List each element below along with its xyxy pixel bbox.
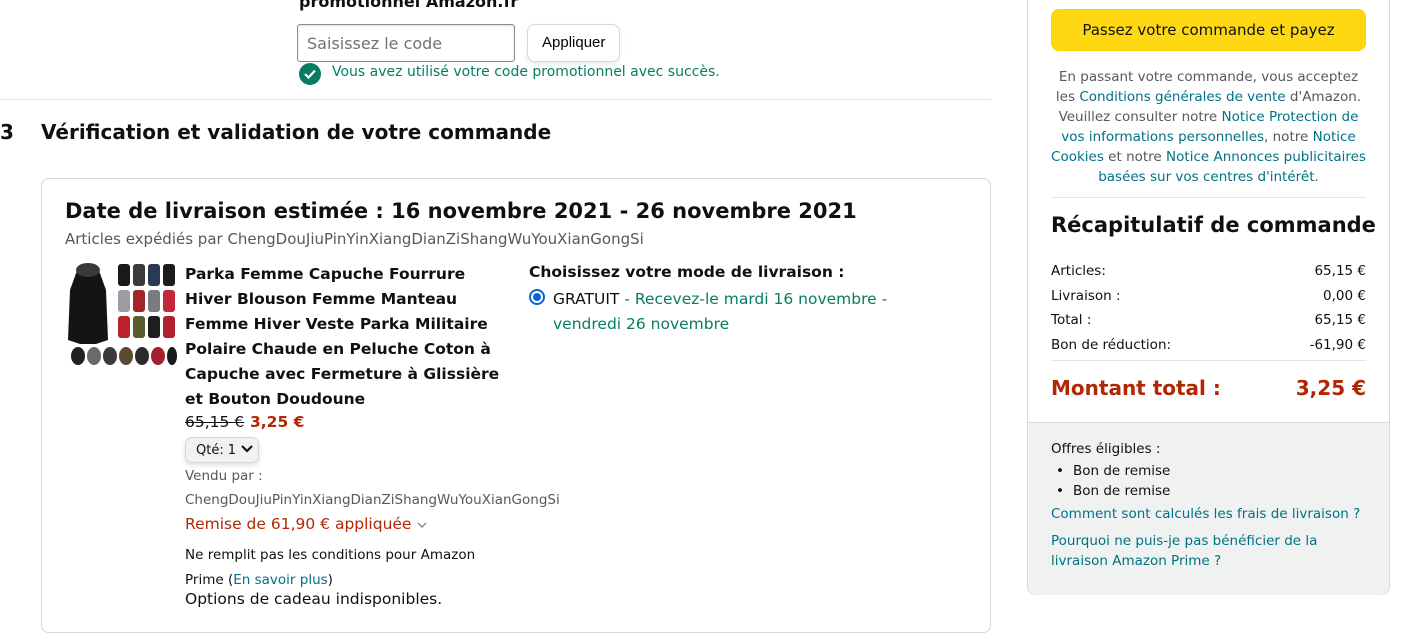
order-terms: En passant votre commande, vous acceptez… (1051, 67, 1366, 187)
list-item: Bon de remise (1056, 461, 1170, 481)
terms-of-sale-link[interactable]: Conditions générales de vente (1079, 89, 1285, 105)
discount-text: Remise de 61,90 € appliquée (185, 515, 412, 533)
prime-eligibility-help-link[interactable]: Pourquoi ne puis-je pas bénéficier de la… (1051, 531, 1351, 571)
quantity-select[interactable]: Qté: 1 (185, 437, 259, 463)
eligible-offers-list: Bon de remise Bon de remise (1056, 461, 1170, 501)
summary-row-value: 65,15 € (1314, 312, 1366, 328)
delivery-estimate-title: Date de livraison estimée : 16 novembre … (65, 199, 857, 223)
promo-heading: promotionnel Amazon.fr (299, 0, 519, 11)
summary-row-shipping: Livraison : 0,00 € (1051, 288, 1366, 304)
shipping-method-title: Choisissez votre mode de livraison : (529, 263, 845, 281)
quantity-value: 1 (227, 442, 236, 458)
shipping-free-label: GRATUIT (553, 290, 620, 308)
chevron-down-icon (417, 515, 427, 533)
divider (1051, 360, 1366, 361)
summary-row-value: -61,90 € (1309, 337, 1366, 353)
promo-success-message: Vous avez utilisé votre code promotionne… (332, 64, 720, 80)
summary-row-voucher: Bon de réduction: -61,90 € (1051, 337, 1366, 353)
step-number: 3 (0, 120, 14, 144)
order-total-value: 3,25 € (1295, 376, 1366, 400)
eligible-offers-label: Offres éligibles : (1051, 441, 1161, 457)
learn-more-link[interactable]: En savoir plus (233, 572, 327, 588)
terms-text: . (1314, 169, 1319, 185)
apply-promo-button[interactable]: Appliquer (527, 24, 621, 62)
step-title: Vérification et validation de votre comm… (41, 120, 552, 144)
summary-row-value: 0,00 € (1323, 288, 1366, 304)
divider (0, 99, 991, 100)
prime-eligibility-note: Ne remplit pas les conditions pour Amazo… (185, 543, 505, 593)
summary-row-label: Livraison : (1051, 288, 1121, 304)
seller-name: ChengDouJiuPinYinXiangDianZiShangWuYouXi… (185, 492, 560, 508)
divider (1051, 197, 1366, 198)
shipping-fees-help-link[interactable]: Comment sont calculés les frais de livra… (1051, 506, 1360, 522)
summary-row-label: Articles: (1051, 263, 1106, 279)
product-image[interactable] (66, 260, 178, 376)
sold-by-label: Vendu par : (185, 468, 263, 484)
summary-row-articles: Articles: 65,15 € (1051, 263, 1366, 279)
prime-note-close: ) (327, 572, 333, 588)
original-price: 65,15 € (185, 413, 245, 431)
summary-title: Récapitulatif de commande (1051, 213, 1376, 237)
free-shipping-radio[interactable] (529, 289, 545, 305)
order-total: Montant total : 3,25 € (1051, 376, 1366, 400)
summary-row-total: Total : 65,15 € (1051, 312, 1366, 328)
summary-row-label: Bon de réduction: (1051, 337, 1172, 353)
terms-text: , notre (1264, 129, 1313, 145)
gift-options-note: Options de cadeau indisponibles. (185, 590, 443, 608)
shipped-by-text: Articles expédiés par ChengDouJiuPinYinX… (65, 230, 644, 248)
check-circle-icon (299, 63, 321, 85)
free-shipping-option[interactable]: GRATUIT - Recevez-le mardi 16 novembre -… (553, 287, 923, 337)
list-item: Bon de remise (1056, 481, 1170, 501)
chevron-down-icon (240, 443, 254, 458)
promo-code-input[interactable] (297, 24, 515, 62)
summary-row-value: 65,15 € (1314, 263, 1366, 279)
discount-applied-toggle[interactable]: Remise de 61,90 € appliquée (185, 515, 427, 533)
terms-text: et notre (1103, 149, 1167, 165)
place-order-button[interactable]: Passez votre commande et payez (1051, 9, 1366, 51)
order-total-label: Montant total : (1051, 376, 1221, 400)
summary-row-label: Total : (1051, 312, 1092, 328)
discounted-price: 3,25 € (250, 413, 305, 431)
quantity-label: Qté: (196, 442, 224, 458)
product-title[interactable]: Parka Femme Capuche Fourrure Hiver Blous… (185, 262, 515, 412)
